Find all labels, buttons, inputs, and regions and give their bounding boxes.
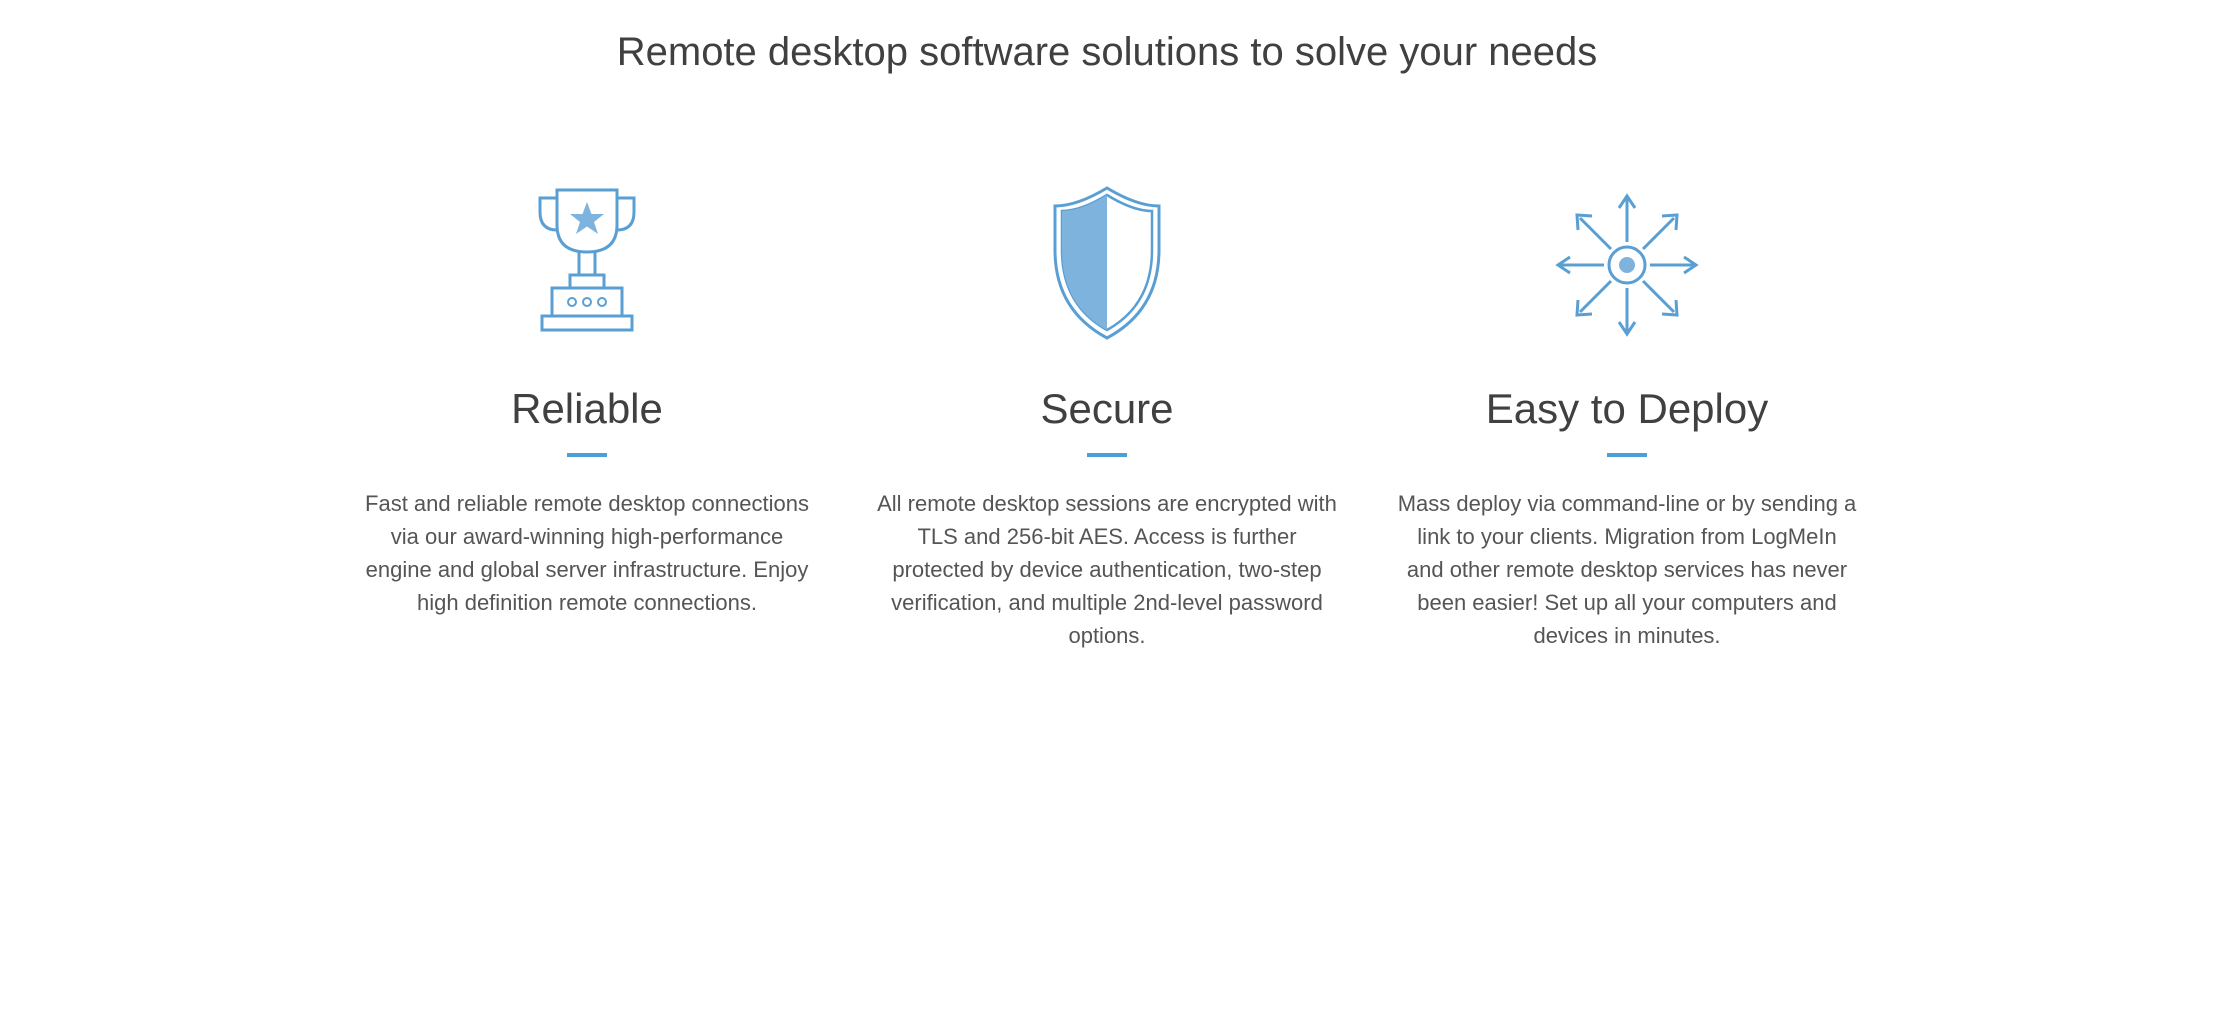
- shield-icon: [877, 175, 1337, 355]
- feature-reliable: Reliable Fast and reliable remote deskto…: [357, 175, 817, 652]
- trophy-icon: [357, 175, 817, 355]
- feature-desc-deploy: Mass deploy via command-line or by sendi…: [1397, 487, 1857, 652]
- feature-secure: Secure All remote desktop sessions are e…: [877, 175, 1337, 652]
- main-heading: Remote desktop software solutions to sol…: [357, 30, 1857, 75]
- arrows-spread-icon: [1397, 175, 1857, 355]
- feature-title-secure: Secure: [877, 385, 1337, 433]
- feature-deploy: Easy to Deploy Mass deploy via command-l…: [1397, 175, 1857, 652]
- features-row: Reliable Fast and reliable remote deskto…: [357, 175, 1857, 652]
- divider: [1607, 453, 1647, 457]
- feature-title-deploy: Easy to Deploy: [1397, 385, 1857, 433]
- divider: [567, 453, 607, 457]
- feature-desc-secure: All remote desktop sessions are encrypte…: [877, 487, 1337, 652]
- divider: [1087, 453, 1127, 457]
- feature-desc-reliable: Fast and reliable remote desktop connect…: [357, 487, 817, 619]
- feature-title-reliable: Reliable: [357, 385, 817, 433]
